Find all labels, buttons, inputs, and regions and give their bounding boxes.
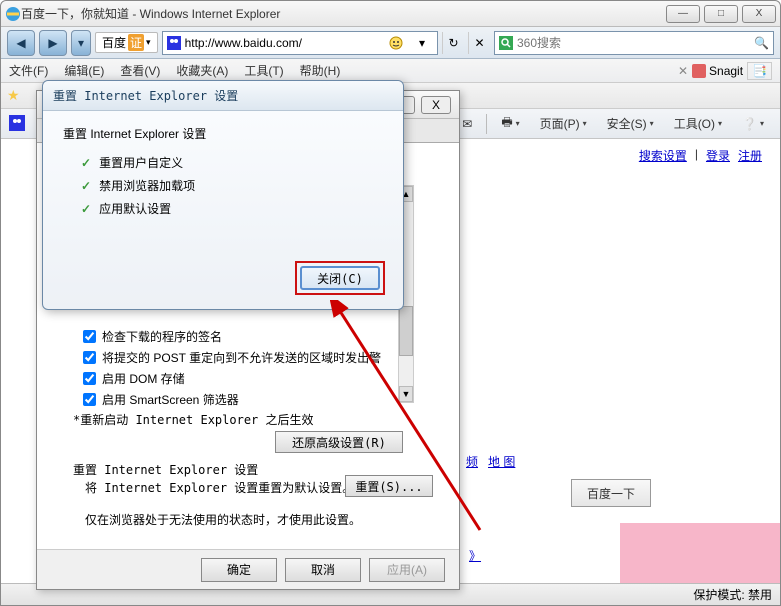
back-button[interactable]: ◀	[7, 30, 35, 56]
reset-dialog-heading: 重置 Internet Explorer 设置	[63, 125, 383, 142]
advanced-settings-list: 检查下载的程序的签名 将提交的 POST 重定向到不允许发送的区域时发出警 启用…	[83, 328, 381, 408]
ie-icon	[5, 6, 21, 22]
reset-dialog-titlebar: 重置 Internet Explorer 设置	[43, 81, 403, 111]
window-titlebar: 百度一下，你就知道 - Windows Internet Explorer — …	[1, 1, 780, 27]
minimize-button[interactable]: —	[666, 5, 700, 23]
check-row[interactable]: 将提交的 POST 重定向到不允许发送的区域时发出警	[83, 349, 381, 366]
checkbox[interactable]	[83, 351, 96, 364]
cmd-print[interactable]: 🖶▾	[493, 110, 527, 137]
menu-file[interactable]: 文件(F)	[1, 59, 56, 82]
reset-warning: 仅在浏览器处于无法使用的状态时，才使用此设置。	[85, 511, 361, 528]
reset-ie-dialog: 重置 Internet Explorer 设置 重置 Internet Expl…	[42, 80, 404, 310]
baidu-nav-links: 频 地 图	[466, 453, 515, 470]
scroll-thumb[interactable]	[399, 306, 413, 356]
mail-icon: ✉	[462, 117, 472, 131]
options-close-button[interactable]: X	[421, 96, 451, 114]
close-tab-icon[interactable]: ✕	[678, 64, 688, 78]
cert-badge: 证	[128, 34, 144, 51]
reset-dialog-title: 重置 Internet Explorer 设置	[53, 87, 393, 104]
menu-help[interactable]: 帮助(H)	[292, 59, 349, 82]
search-provider-icon	[499, 36, 513, 50]
check-row[interactable]: 启用 DOM 存储	[83, 370, 381, 387]
window-buttons: — □ X	[666, 5, 776, 23]
search-go-icon[interactable]: 🔍	[754, 36, 769, 50]
check-icon: ✓	[81, 179, 91, 193]
reset-section-desc: 将 Internet Explorer 设置重置为默认设置。	[85, 479, 354, 496]
help-icon: ❔	[742, 117, 757, 131]
maximize-button[interactable]: □	[704, 5, 738, 23]
address-wrap: 百度 证 ▾ ▾ ↻ ✕	[95, 31, 490, 55]
reset-button[interactable]: 重置(S)...	[345, 475, 433, 497]
options-button-row: 确定 取消 应用(A)	[37, 549, 459, 589]
baidu-paw-icon	[167, 36, 181, 50]
link-video[interactable]: 频	[466, 453, 478, 470]
tab-icon[interactable]	[9, 115, 27, 133]
check-row[interactable]: 启用 SmartScreen 筛选器	[83, 391, 381, 408]
menu-favorites[interactable]: 收藏夹(A)	[168, 59, 236, 82]
link-more[interactable]: 》	[469, 547, 481, 564]
close-button[interactable]: X	[742, 5, 776, 23]
check-icon: ✓	[81, 202, 91, 216]
checkbox[interactable]	[83, 372, 96, 385]
url-input[interactable]	[185, 36, 381, 50]
status-protected-mode: 保护模式: 禁用	[693, 586, 772, 603]
menu-tools[interactable]: 工具(T)	[236, 59, 291, 82]
search-bar[interactable]: 🔍	[494, 31, 774, 55]
snagit-addon[interactable]: Snagit	[692, 64, 743, 78]
cmd-separator	[486, 114, 487, 134]
ok-button[interactable]: 确定	[201, 558, 277, 582]
menu-edit[interactable]: 编辑(E)	[56, 59, 112, 82]
check-row[interactable]: 检查下载的程序的签名	[83, 328, 381, 345]
checkbox[interactable]	[83, 393, 96, 406]
favorites-star-icon[interactable]: ★	[7, 87, 20, 104]
link-map[interactable]: 地 图	[488, 453, 515, 470]
link-register[interactable]: 注册	[738, 147, 762, 164]
refresh-button[interactable]: ↻	[442, 32, 464, 54]
snagit-label: Snagit	[709, 64, 743, 78]
apply-button[interactable]: 应用(A)	[369, 558, 445, 582]
menu-view[interactable]: 查看(V)	[112, 59, 168, 82]
baidu-top-links: 搜索设置 | 登录 注册	[639, 147, 762, 164]
pink-overlay	[620, 523, 780, 583]
snagit-toolbar-button[interactable]: 📑	[747, 62, 772, 80]
forward-button[interactable]: ▶	[39, 30, 67, 56]
baidu-search-button[interactable]: 百度一下	[571, 479, 651, 507]
brand-label: 百度	[102, 34, 126, 51]
reset-section-title: 重置 Internet Explorer 设置	[73, 461, 258, 478]
print-icon: 🖶	[501, 113, 512, 134]
checkbox[interactable]	[83, 330, 96, 343]
search-input[interactable]	[517, 36, 750, 50]
history-dropdown[interactable]: ▾	[71, 30, 91, 56]
reset-dialog-body: 重置 Internet Explorer 设置 ✓重置用户自定义 ✓禁用浏览器加…	[43, 111, 403, 251]
site-brand-badge: 百度 证 ▾	[95, 32, 158, 53]
reset-item: ✓禁用浏览器加载项	[81, 177, 383, 194]
cmd-tools[interactable]: 工具(O)▾	[666, 112, 730, 135]
snagit-icon	[692, 64, 706, 78]
restore-advanced-button[interactable]: 还原高级设置(R)	[275, 431, 403, 453]
reset-dialog-button-row: 关闭(C)	[43, 251, 403, 309]
scroll-down-icon[interactable]: ▼	[399, 386, 413, 402]
restart-note: *重新启动 Internet Explorer 之后生效	[73, 411, 314, 428]
menubar-right: ✕ Snagit 📑	[678, 62, 780, 80]
address-dropdown[interactable]: ▾	[411, 32, 433, 54]
reset-item: ✓重置用户自定义	[81, 154, 383, 171]
chevron-down-icon[interactable]: ▾	[146, 37, 151, 48]
cmd-safety[interactable]: 安全(S)▾	[599, 112, 662, 135]
cancel-button[interactable]: 取消	[285, 558, 361, 582]
cmd-page[interactable]: 页面(P)▾	[532, 112, 595, 135]
address-bar[interactable]: ▾	[162, 31, 438, 55]
window-title: 百度一下，你就知道 - Windows Internet Explorer	[21, 5, 666, 22]
stop-button[interactable]: ✕	[468, 32, 490, 54]
link-search-settings[interactable]: 搜索设置	[639, 147, 687, 164]
check-icon: ✓	[81, 156, 91, 170]
nav-row: ◀ ▶ ▾ 百度 证 ▾ ▾ ↻ ✕ 🔍	[1, 27, 780, 59]
reset-item: ✓应用默认设置	[81, 200, 383, 217]
close-reset-button[interactable]: 关闭(C)	[300, 266, 380, 290]
cmd-help[interactable]: ❔▾	[734, 114, 772, 134]
compat-icon[interactable]	[385, 32, 407, 54]
close-button-highlight: 关闭(C)	[295, 261, 385, 295]
link-login[interactable]: 登录	[706, 147, 730, 164]
